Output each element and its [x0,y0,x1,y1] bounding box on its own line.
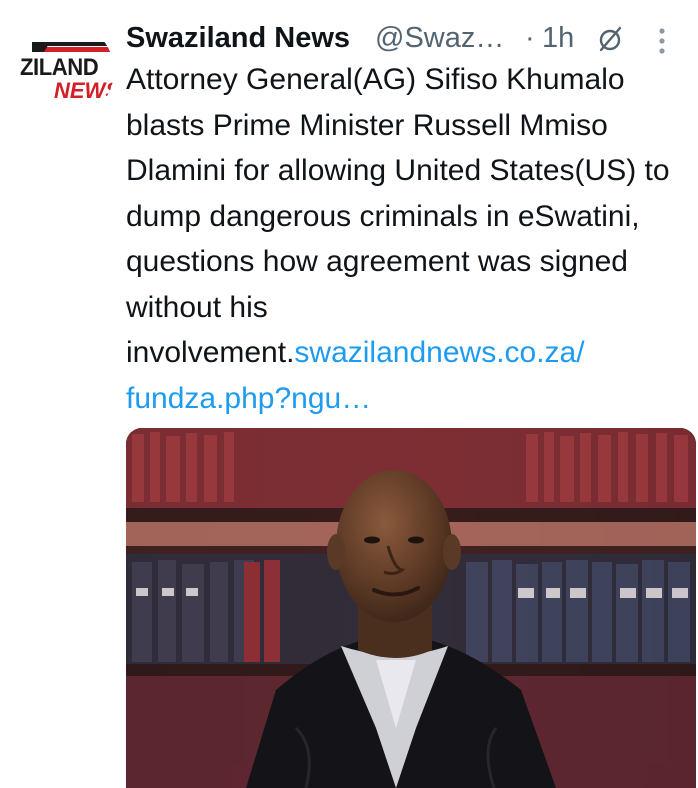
logo-text-top: ZILAND [20,54,99,81]
avatar[interactable]: ZILAND NEWS [16,22,114,120]
tweet-photo[interactable] [126,428,696,788]
timestamp[interactable]: 1h [542,20,574,56]
user-handle[interactable]: @Swaz… [375,20,504,56]
tweet-body: Attorney General(AG) Sifiso Khumalo blas… [126,63,670,369]
tweet-header: Swaziland News @Swaz… · 1h [126,20,698,56]
display-name[interactable]: Swaziland News [126,20,350,56]
logo-text-bottom: NEWS [54,78,114,103]
more-options-icon[interactable] [652,26,672,56]
separator-dot: · [525,22,535,54]
tweet[interactable]: ZILAND NEWS Swaziland News @Swaz… · 1h A… [0,0,698,788]
logo-bar-icon [32,42,114,52]
tweet-text: Attorney General(AG) Sifiso Khumalo blas… [126,57,692,421]
photo-image [126,428,696,788]
no-edit-icon [599,26,622,52]
